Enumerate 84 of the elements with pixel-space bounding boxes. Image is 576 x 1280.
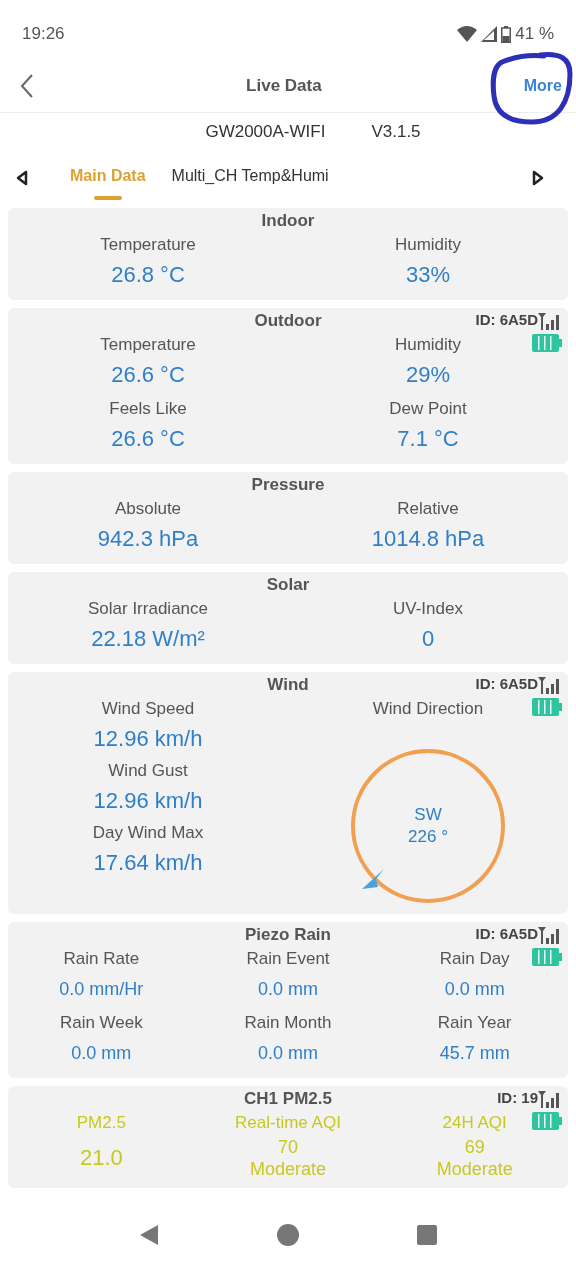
tab[interactable]: Main Data xyxy=(70,155,146,200)
reading-value: 26.6 °C xyxy=(111,425,185,453)
battery-icon xyxy=(532,698,562,716)
reading-label: Rain Rate xyxy=(63,948,140,970)
signal-icon xyxy=(538,1090,562,1108)
signal-icon xyxy=(538,926,562,944)
reading-value: 1014.8 hPa xyxy=(371,525,485,553)
reading-value: 45.7 mm xyxy=(439,1042,510,1065)
battery-icon xyxy=(501,25,512,43)
battery-icon xyxy=(532,1112,562,1130)
card-title: Indoor xyxy=(261,210,315,232)
reading-value: 26.6 °C xyxy=(111,361,185,389)
reading-label: Real-time AQI xyxy=(235,1112,341,1134)
reading-label: Rain Month xyxy=(244,1012,332,1034)
reading-label: Wind Direction xyxy=(372,698,484,720)
reading-rating: Moderate xyxy=(249,1158,326,1180)
previous-tab-icon[interactable] xyxy=(16,169,30,186)
reading-value: 69 xyxy=(464,1136,485,1158)
wind-degrees: 226 ° xyxy=(408,826,448,848)
card-title: Pressure xyxy=(251,474,325,496)
page-title: Live Data xyxy=(246,75,322,98)
reading-value: 0.0 mm xyxy=(71,1042,132,1065)
status-time: 19:26 xyxy=(22,23,65,46)
reading-value: 12.96 km/h xyxy=(93,787,203,815)
reading-label: Day Wind Max xyxy=(92,822,204,844)
reading-label: Rain Year xyxy=(437,1012,512,1034)
reading-label: Humidity xyxy=(394,234,462,256)
reading-value: 21.0 xyxy=(79,1144,123,1172)
reading-label: Absolute xyxy=(114,498,182,520)
reading-label: Rain Week xyxy=(59,1012,143,1034)
reading-label: Relative xyxy=(397,498,459,520)
reading-label: Rain Event xyxy=(246,948,330,970)
reading-label: Dew Point xyxy=(389,398,467,420)
firmware-version: V3.1.5 xyxy=(371,120,421,143)
reading-value: 942.3 hPa xyxy=(97,525,199,553)
wifi-icon xyxy=(457,26,478,42)
battery-icon xyxy=(532,948,562,966)
tab[interactable]: Multi_CH Temp&Humi xyxy=(171,155,329,200)
sensor-id: ID: 19 xyxy=(497,1088,538,1108)
sensor-id: ID: 6A5D xyxy=(475,924,538,944)
reading-label: Temperature xyxy=(100,234,196,256)
reading-value: 7.1 °C xyxy=(397,425,459,453)
reading-value: 33% xyxy=(405,261,450,289)
reading-label: UV-Index xyxy=(393,598,463,620)
reading-label: 24H AQI xyxy=(442,1112,507,1134)
reading-value: 26.8 °C xyxy=(111,261,185,289)
reading-value: 0.0 mm xyxy=(258,978,318,1001)
card-title: Outdoor xyxy=(254,310,322,332)
reading-value: 70 xyxy=(277,1136,298,1158)
reading-label: Wind Speed xyxy=(101,698,195,720)
reading-value: 29% xyxy=(405,361,450,389)
sensor-id: ID: 6A5D xyxy=(475,310,538,330)
nav-home-icon[interactable] xyxy=(277,1224,299,1246)
cell-signal-icon xyxy=(481,26,498,42)
reading-value: 0.0 mm/Hr xyxy=(59,978,144,1001)
card-title: CH1 PM2.5 xyxy=(244,1088,332,1110)
reading-value: 0.0 mm xyxy=(258,1042,318,1065)
signal-icon xyxy=(538,676,562,694)
signal-icon xyxy=(538,312,562,330)
reading-label: Wind Gust xyxy=(108,760,188,782)
card-title: Piezo Rain xyxy=(245,924,331,946)
reading-label: Temperature xyxy=(100,334,196,356)
reading-label: Solar Irradiance xyxy=(88,598,208,620)
nav-back-icon[interactable] xyxy=(139,1224,159,1246)
reading-rating: Moderate xyxy=(436,1158,513,1180)
device-model: GW2000A-WIFI xyxy=(205,120,326,143)
reading-value: 0 xyxy=(421,625,435,653)
reading-value: 12.96 km/h xyxy=(93,725,203,753)
reading-label: Humidity xyxy=(394,334,462,356)
reading-label: Feels Like xyxy=(109,398,187,420)
card-title: Wind xyxy=(267,674,309,696)
more-button[interactable]: More xyxy=(523,74,562,98)
card-title: Solar xyxy=(266,574,310,596)
battery-percent: 41 % xyxy=(515,23,554,46)
reading-value: 17.64 km/h xyxy=(93,849,203,877)
reading-label: Rain Day xyxy=(439,948,510,970)
wind-heading: SW xyxy=(414,804,442,826)
reading-value: 22.18 W/m² xyxy=(91,625,205,653)
battery-icon xyxy=(532,334,562,352)
reading-label: PM2.5 xyxy=(76,1112,126,1134)
sensor-id: ID: 6A5D xyxy=(475,674,538,694)
reading-value: 0.0 mm xyxy=(444,978,505,1001)
next-tab-icon[interactable] xyxy=(532,169,546,186)
wind-arrow-icon xyxy=(362,867,384,889)
